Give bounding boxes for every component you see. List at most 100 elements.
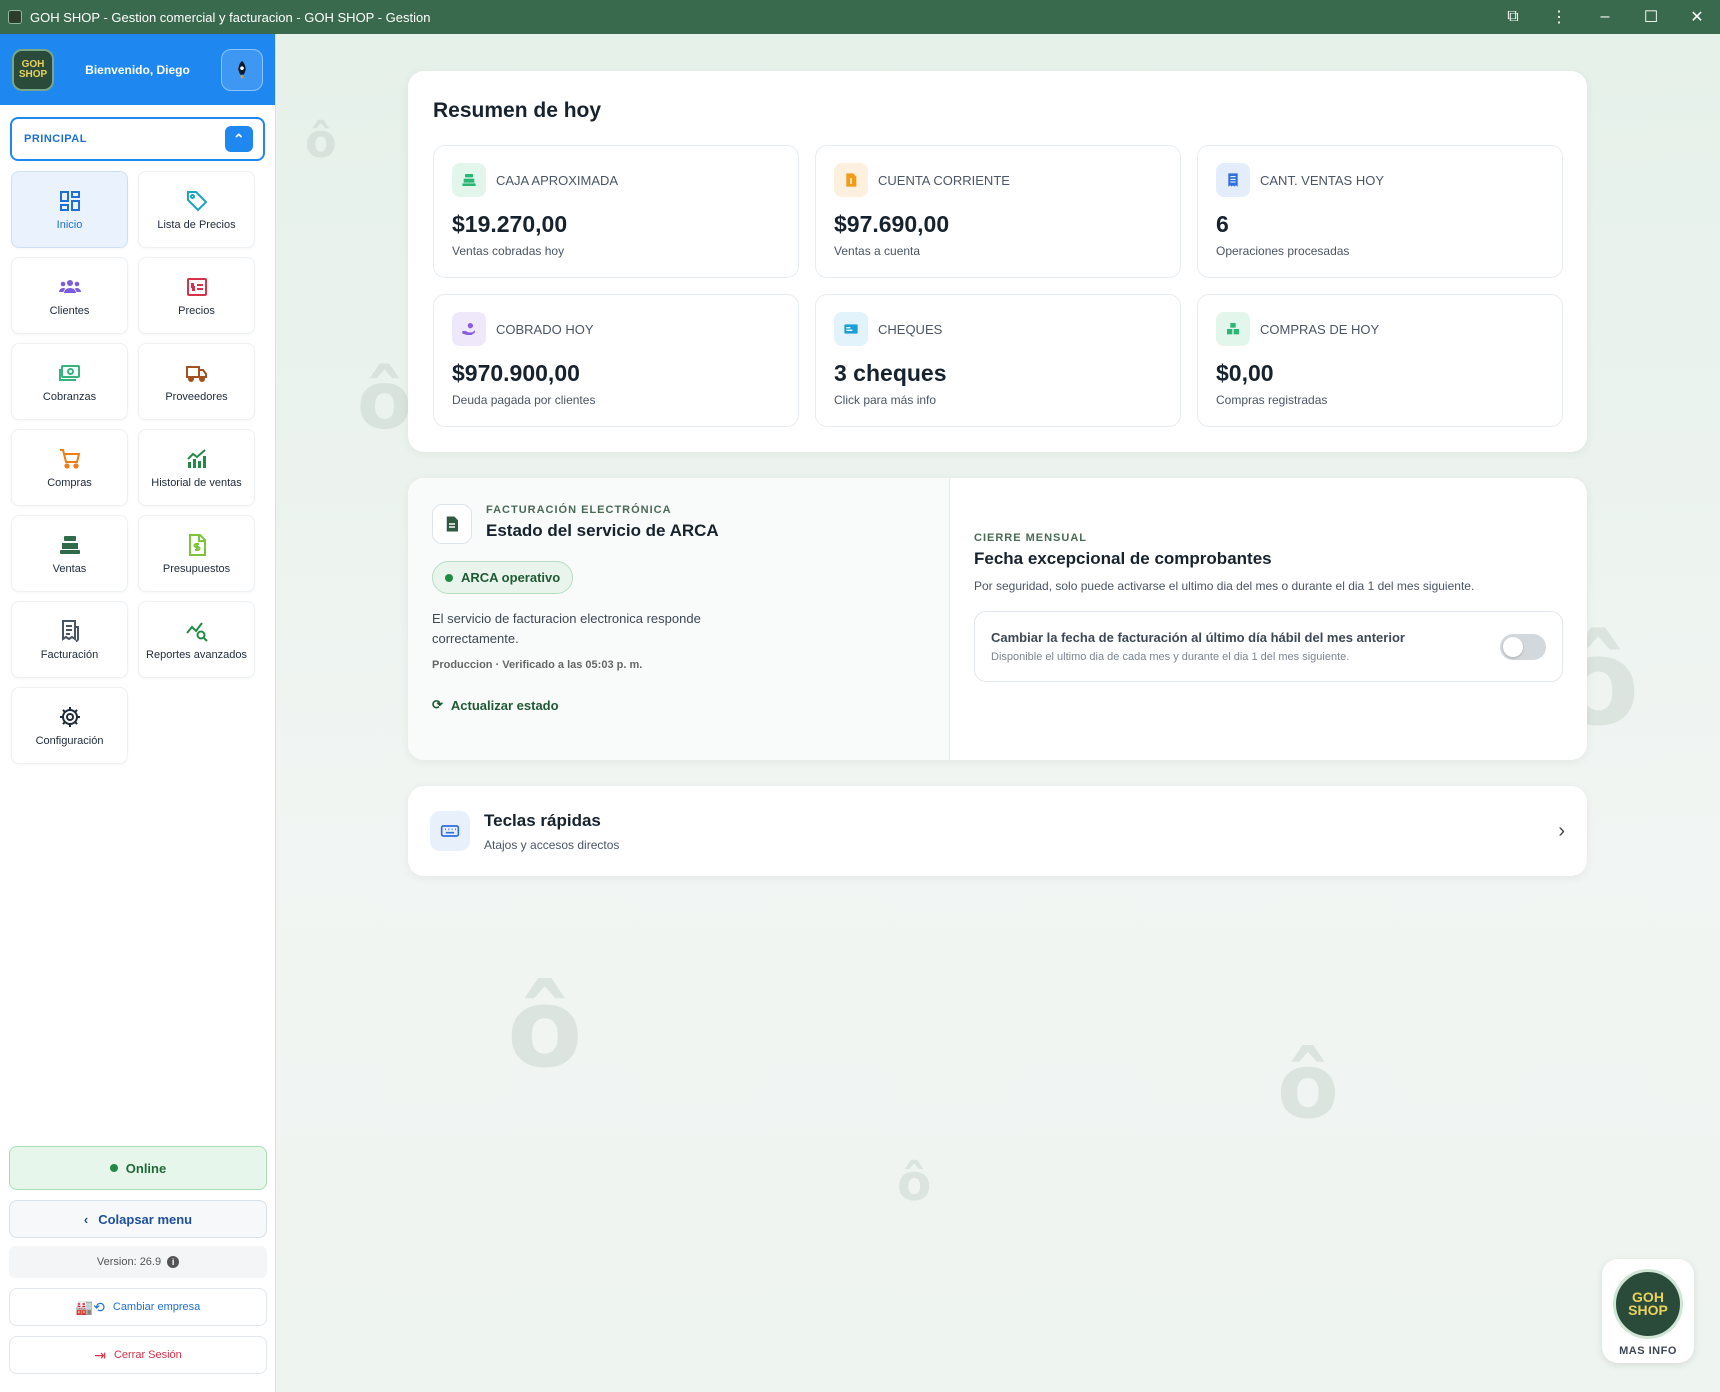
monthly-eyebrow: CIERRE MENSUAL: [974, 532, 1088, 544]
more-info-label: MAS INFO: [1619, 1345, 1677, 1357]
refresh-label: Actualizar estado: [450, 697, 559, 713]
nav-lista-de-precios[interactable]: Lista de Precios: [138, 171, 255, 248]
stat-label: CHEQUES: [878, 321, 943, 337]
exceptional-date-toggle[interactable]: [1500, 633, 1546, 660]
maximize-button[interactable]: ☐: [1628, 0, 1674, 34]
section-principal[interactable]: PRINCIPAL ⌃: [10, 117, 265, 161]
check-icon: [834, 312, 868, 346]
nav-label: Presupuestos: [162, 562, 231, 575]
monthly-title: Fecha excepcional de comprobantes: [974, 549, 1272, 568]
stat-cuenta-corriente[interactable]: CUENTA CORRIENTE $97.690,00 Ventas a cue…: [815, 145, 1181, 278]
stat-value: $0,00: [1216, 360, 1274, 386]
watermark-logo: ô: [897, 1154, 932, 1212]
stat-value: 6: [1216, 211, 1229, 237]
nav-precios[interactable]: Precios: [138, 257, 255, 334]
welcome-text: Bienvenido, Diego: [85, 62, 190, 77]
arca-eyebrow: FACTURACIÓN ELECTRÓNICA: [486, 504, 672, 516]
more-info-button[interactable]: GOH SHOP MAS INFO: [1602, 1259, 1694, 1363]
nav-presupuestos[interactable]: Presupuestos: [138, 515, 255, 592]
section-label: PRINCIPAL: [24, 133, 87, 145]
more-menu-icon[interactable]: ⋮: [1536, 0, 1582, 34]
collapse-menu-button[interactable]: ‹ Colapsar menu: [9, 1200, 267, 1238]
keyboard-icon: [430, 811, 470, 851]
app-logo: GOH SHOP: [1613, 1269, 1683, 1339]
nav-clientes[interactable]: Clientes: [11, 257, 128, 334]
toggle-subtitle: Disponible el ultimo dia de cada mes y d…: [991, 651, 1350, 663]
truck-icon: [185, 365, 207, 382]
stat-label: CANT. VENTAS HOY: [1260, 172, 1385, 188]
nav-label: Ventas: [52, 562, 87, 575]
nav-label: Facturación: [40, 648, 99, 661]
stat-sub: Compras registradas: [1216, 393, 1328, 407]
watermark-logo: ô: [507, 964, 583, 1092]
shortcuts-subtitle: Atajos y accesos directos: [484, 837, 620, 852]
monthly-close-panel: CIERRE MENSUAL Fecha excepcional de comp…: [950, 478, 1587, 760]
stat-value: 3 cheques: [834, 360, 947, 386]
arca-description: El servicio de facturacion electronica r…: [432, 611, 701, 646]
status-text: Online: [125, 1160, 167, 1176]
nav-label: Clientes: [49, 304, 90, 317]
nav-label: Compras: [47, 476, 92, 489]
nav-compras[interactable]: Compras: [11, 429, 128, 506]
cart-icon: [59, 448, 80, 469]
status-badge: Online: [9, 1146, 267, 1190]
version-info: Version: 26.9 i: [9, 1246, 267, 1278]
money-icon: [58, 364, 80, 381]
app-logo: GOH SHOP: [12, 48, 54, 91]
cash-register-icon: [452, 163, 486, 197]
chart-line-icon: [186, 448, 206, 468]
arca-status-panel: FACTURACIÓN ELECTRÓNICA Estado del servi…: [408, 478, 950, 760]
logout-button[interactable]: ⇥ Cerrar Sesión: [9, 1336, 267, 1374]
minimize-button[interactable]: –: [1582, 0, 1628, 34]
monthly-description: Por seguridad, solo puede activarse el u…: [974, 579, 1475, 593]
sidebar-header: GOH SHOP Bienvenido, Diego: [0, 34, 275, 105]
info-icon[interactable]: i: [167, 1256, 180, 1268]
nav-ventas[interactable]: Ventas: [11, 515, 128, 592]
stat-cheques[interactable]: CHEQUES 3 cheques Click para más info: [815, 294, 1181, 427]
sidebar: GOH SHOP Bienvenido, Diego PRINCIPAL ⌃ I…: [0, 34, 276, 1392]
nav-proveedores[interactable]: Proveedores: [138, 343, 255, 420]
nav-cobranzas[interactable]: Cobranzas: [11, 343, 128, 420]
extensions-icon[interactable]: ⧉: [1490, 0, 1536, 34]
theme-toggle-button[interactable]: [221, 48, 263, 91]
shortcuts-card[interactable]: Teclas rápidas Atajos y accesos directos…: [408, 786, 1587, 876]
nav-label: Proveedores: [165, 390, 228, 403]
toggle-title: Cambiar la fecha de facturación al últim…: [991, 630, 1405, 645]
switch-company-label: Cambiar empresa: [112, 1301, 201, 1313]
nav-label: Precios: [178, 304, 215, 317]
watermark-logo: ô: [1277, 1034, 1339, 1139]
nav-label: Cobranzas: [42, 390, 97, 403]
stat-compras-de-hoy[interactable]: COMPRAS DE HOY $0,00 Compras registradas: [1197, 294, 1563, 427]
nav-inicio[interactable]: Inicio: [11, 171, 128, 248]
receipt-icon: [61, 619, 79, 642]
logout-icon: ⇥: [94, 1346, 106, 1363]
summary-title: Resumen de hoy: [433, 99, 602, 122]
stat-cobrado-hoy[interactable]: COBRADO HOY $970.900,00 Deuda pagada por…: [433, 294, 799, 427]
close-button[interactable]: ✕: [1674, 0, 1720, 34]
nav-reportes-avanzados[interactable]: Reportes avanzados: [138, 601, 255, 678]
rocket-icon: [238, 60, 246, 79]
exceptional-date-setting: Cambiar la fecha de facturación al últim…: [974, 611, 1563, 682]
stat-cant-ventas-hoy[interactable]: CANT. VENTAS HOY 6 Operaciones procesada…: [1197, 145, 1563, 278]
version-text: Version: 26.9: [96, 1256, 162, 1268]
nav-facturacion[interactable]: Facturación: [11, 601, 128, 678]
receipt-icon: [1216, 163, 1250, 197]
nav-configuracion[interactable]: Configuración: [11, 687, 128, 764]
tag-icon: [186, 190, 207, 211]
watermark-logo: ô: [357, 354, 412, 447]
switch-company-button[interactable]: 🏭⟲ Cambiar empresa: [9, 1288, 267, 1326]
nav-label: Lista de Precios: [157, 218, 236, 231]
nav-label: Configuración: [35, 734, 104, 747]
chevron-up-icon[interactable]: ⌃: [225, 126, 253, 152]
dashboard-icon: [59, 190, 80, 211]
file-dollar-icon: [188, 533, 206, 556]
nav-historial-de-ventas[interactable]: Historial de ventas: [138, 429, 255, 506]
stat-value: $970.900,00: [452, 360, 580, 386]
stat-caja-aproximada[interactable]: CAJA APROXIMADA $19.270,00 Ventas cobrad…: [433, 145, 799, 278]
refresh-status-button[interactable]: ⟳ Actualizar estado: [432, 697, 925, 713]
stat-label: CAJA APROXIMADA: [496, 172, 619, 188]
status-dot: [109, 1164, 118, 1172]
cash-register-icon: [59, 535, 80, 554]
nav-label: Inicio: [56, 218, 83, 231]
chevron-right-icon: ›: [1558, 819, 1565, 842]
